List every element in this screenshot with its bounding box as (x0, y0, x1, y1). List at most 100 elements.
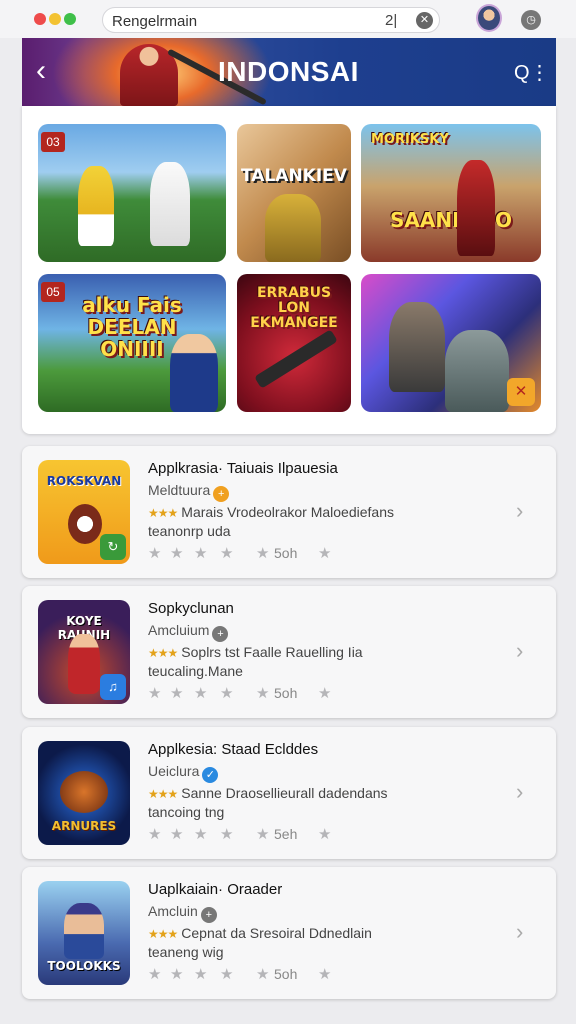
app-badge-icon: ✕ (507, 378, 535, 406)
rating-count: 5oh (274, 966, 298, 982)
app-icon[interactable]: TOOLOKKS (38, 881, 130, 985)
warrior-art (389, 302, 445, 392)
star-icon: ★ (194, 966, 208, 983)
corner-icon: ♫ (100, 674, 126, 700)
app-description: ★★★ Soplrs tst Faalle Rauelling Iia (148, 644, 363, 660)
star-icon: ★ (148, 826, 162, 843)
tile-top-label: MORIKSKY (371, 132, 449, 147)
app-title: Applkrasia· Taiuais Ilpauesia (148, 460, 338, 477)
app-description-text: Soplrs tst Faalle Rauelling Iia (181, 644, 363, 660)
rating-count: 5eh (274, 826, 298, 842)
back-icon[interactable]: ‹ (36, 56, 46, 86)
star-icon: ★ (220, 826, 234, 843)
minimize-window-button[interactable] (49, 13, 61, 25)
search-icon[interactable]: Q⋮ (514, 60, 550, 85)
chevron-right-icon[interactable]: › (516, 498, 523, 524)
app-title: Uaplkaiain· Oraader (148, 881, 283, 898)
mini-stars-icon: ★★★ (148, 506, 178, 520)
app-subtitle: Ueiclura ✓ (148, 763, 219, 783)
tab-count: 2| (385, 12, 398, 29)
star-icon: ★ (220, 685, 234, 702)
corner-icon: ↻ (100, 534, 126, 560)
star-icon: ★ (256, 545, 270, 562)
app-list-item[interactable]: ARNURES Applkesia: Staad Eclddes Ueiclur… (22, 727, 556, 859)
app-description-text: Sanne Draosellieurall dadendans (181, 785, 388, 801)
star-icon: ★ (194, 545, 208, 562)
star-icon: ★ (170, 826, 184, 843)
character-art (64, 903, 104, 959)
tile-label: SAANMAIO (390, 208, 512, 232)
star-icon: ★ (256, 685, 270, 702)
app-description-line2: teaneng wig (148, 944, 224, 960)
featured-grid: 03 TALANKIEV MORIKSKY SAANMAIO 05 alku F… (22, 106, 556, 434)
app-description: ★★★ Cepnat da Sresoiral Ddnedlain (148, 925, 372, 941)
rating-count: 5oh (274, 545, 298, 561)
app-icon[interactable]: KOYE RAUNIH ♫ (38, 600, 130, 704)
star-icon: ★ (318, 966, 332, 983)
app-description: ★★★ Marais Vrodeolrakor Maloediefans (148, 504, 394, 520)
featured-tile[interactable]: MORIKSKY SAANMAIO (361, 124, 541, 262)
app-category: Amcluium (148, 622, 210, 638)
mini-stars-icon: ★★★ (148, 646, 178, 660)
app-title: Sopkyclunan (148, 600, 234, 617)
app-icon[interactable]: ROKSKVAN ↻ (38, 460, 130, 564)
featured-tile[interactable]: 03 (38, 124, 226, 262)
player-art (78, 166, 114, 246)
star-icon: ★ (318, 545, 332, 562)
mini-stars-icon: ★★★ (148, 787, 178, 801)
app-description-line2: teanonrp uda (148, 523, 231, 539)
star-icon: ★ (148, 685, 162, 702)
player-art (150, 162, 190, 246)
app-list-item[interactable]: TOOLOKKS Uaplkaiain· Oraader Amcluin + ★★… (22, 867, 556, 999)
star-icon: ★ (170, 685, 184, 702)
featured-tile[interactable]: ERRABUS LON EKMANGEE (237, 274, 351, 412)
star-icon: ★ (148, 545, 162, 562)
character-art (265, 194, 321, 262)
app-subtitle: Meldtuura + (148, 482, 230, 502)
app-title: Applkesia: Staad Eclddes (148, 741, 319, 758)
clear-icon[interactable]: ✕ (416, 12, 433, 29)
app-category: Ueiclura (148, 763, 200, 779)
address-text[interactable]: Rengelrmain (112, 13, 197, 30)
app-icon-label: TOOLOKKS (47, 959, 121, 973)
player-art (170, 334, 218, 412)
star-icon: ★ (318, 826, 332, 843)
mascot-art (68, 504, 102, 544)
add-icon[interactable]: + (213, 486, 230, 502)
warrior-art (457, 160, 495, 256)
app-subtitle: Amcluium + (148, 622, 229, 642)
chevron-right-icon[interactable]: › (516, 919, 523, 945)
featured-tile[interactable]: TALANKIEV (237, 124, 351, 262)
star-icon: ★ (148, 966, 162, 983)
mini-stars-icon: ★★★ (148, 927, 178, 941)
app-description-text: Marais Vrodeolrakor Maloediefans (181, 504, 394, 520)
app-list-item[interactable]: KOYE RAUNIH ♫ Sopkyclunan Amcluium+ ★★★S… (22, 586, 556, 718)
browser-toolbar: Rengelrmain 2| ✕ ◷ (0, 0, 576, 38)
app-description-text: Cepnat da Sresoiral Ddnedlain (181, 925, 372, 941)
tile-badge: 03 (41, 132, 65, 152)
clock-icon[interactable]: ◷ (521, 10, 541, 30)
avatar[interactable] (476, 4, 502, 32)
featured-tile[interactable]: 05 alku Fais DEELAN ONIIII (38, 274, 226, 412)
close-window-button[interactable] (34, 13, 46, 25)
app-subtitle: Amcluin + (148, 903, 217, 923)
app-list-item[interactable]: ROKSKVAN ↻ Applkrasia· Taiuais Ilpauesia… (22, 446, 556, 578)
chevron-right-icon[interactable]: › (516, 638, 523, 664)
address-bar[interactable]: Rengelrmain 2| ✕ (102, 7, 440, 33)
tile-label: ERRABUS LON EKMANGEE (250, 285, 338, 331)
add-icon[interactable]: + (200, 907, 217, 923)
mascot-art (60, 771, 108, 813)
app-icon[interactable]: ARNURES (38, 741, 130, 845)
featured-tile[interactable]: ✕ (361, 274, 541, 412)
app-description: ★★★ Sanne Draosellieurall dadendans (148, 785, 388, 801)
star-icon: ★ (220, 545, 234, 562)
star-icon: ★ (194, 826, 208, 843)
warrior-art (445, 330, 509, 412)
add-icon[interactable]: + (212, 626, 229, 642)
star-icon: ★ (170, 545, 184, 562)
app-description-line2: tancoing tng (148, 804, 225, 820)
chevron-right-icon[interactable]: › (516, 779, 523, 805)
app-description-line2: teucaling.Mane (148, 663, 243, 679)
app-category: Amcluin (148, 903, 198, 919)
maximize-window-button[interactable] (64, 13, 76, 25)
